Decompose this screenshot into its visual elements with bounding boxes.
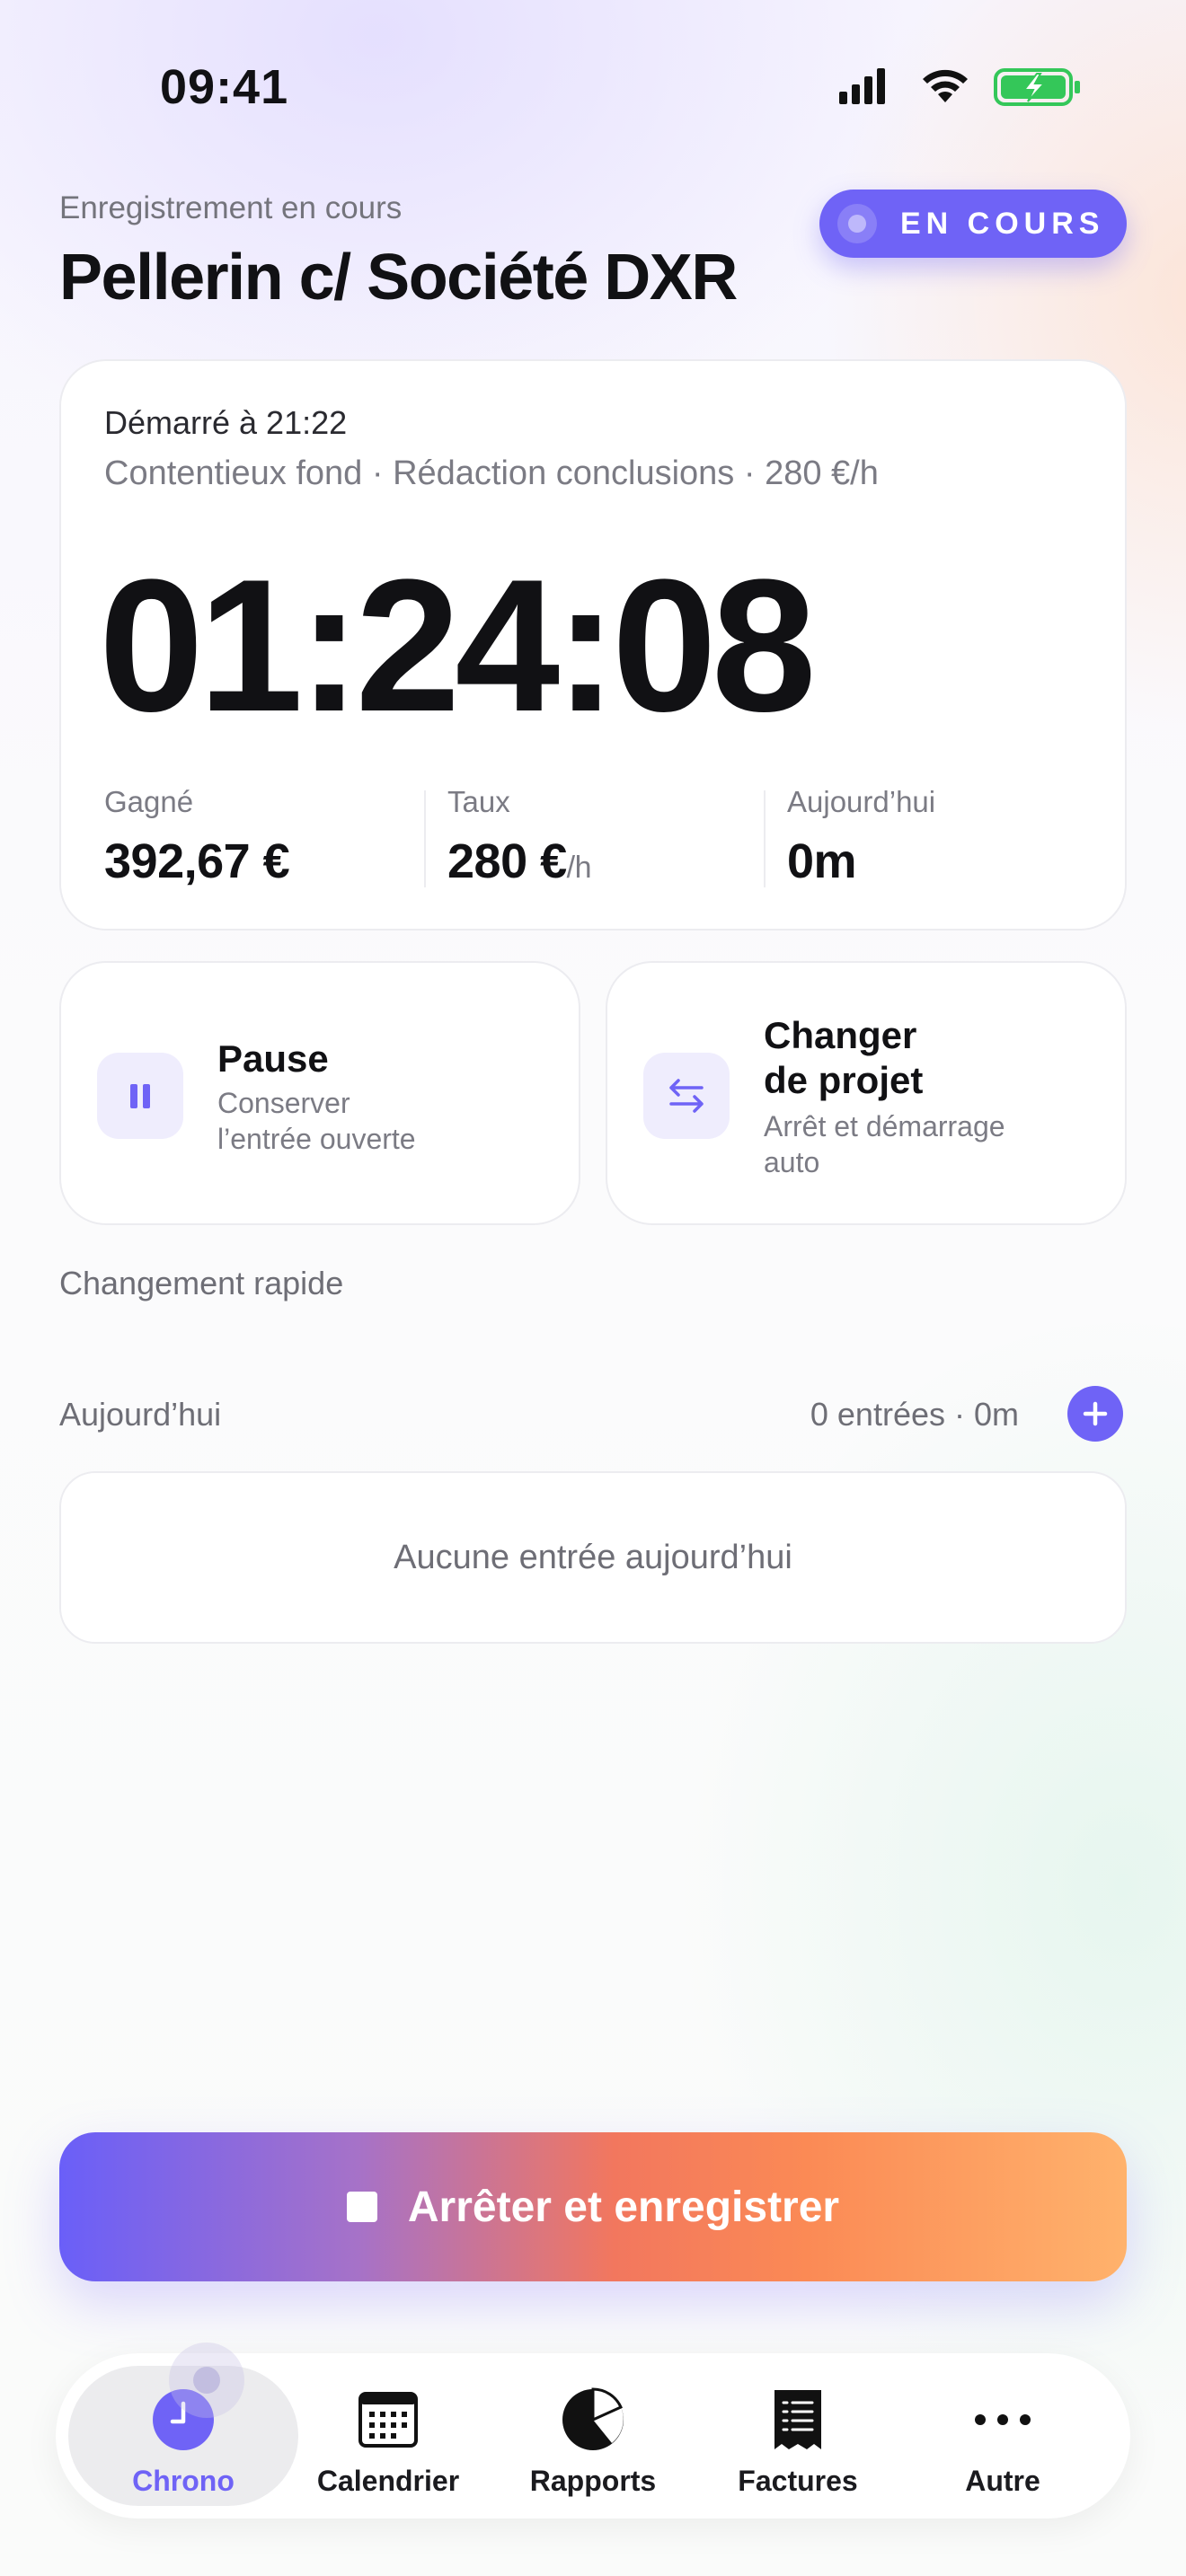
today-label: Aujourd’hui — [59, 1396, 222, 1433]
tab-label: Rapports — [529, 2465, 657, 2497]
battery-icon — [994, 68, 1080, 106]
stat-label: Aujourd’hui — [787, 785, 936, 818]
start-time: Démarré à 21:22 — [104, 404, 348, 441]
tab-label: Chrono — [132, 2465, 235, 2497]
page-title: Pellerin c/ Société DXR — [59, 242, 738, 313]
pause-button[interactable]: Pause Conserver l’entrée ouverte — [59, 961, 580, 1225]
plus-icon — [1083, 1401, 1108, 1426]
touch-indicator — [169, 2342, 244, 2418]
stat-label: Gagné — [104, 785, 194, 818]
status-time: 09:41 — [160, 60, 289, 114]
divider — [424, 790, 426, 887]
stat-unit: /h — [566, 851, 592, 885]
switch-subtitle-1: Arrêt et démarrage — [764, 1110, 1005, 1142]
switch-title-1: Changer — [764, 1014, 917, 1056]
tab-label: Factures — [738, 2465, 858, 2497]
status-icons — [839, 65, 1082, 108]
stop-and-save-button[interactable]: Arrêter et enregistrer — [59, 2132, 1127, 2281]
pie-chart-icon — [557, 2384, 629, 2456]
switch-project-button[interactable]: Changer de projet Arrêt et démarrage aut… — [606, 961, 1127, 1225]
switch-subtitle-2: auto — [764, 1146, 820, 1178]
timer-card: Démarré à 21:22 Contentieux fond · Rédac… — [59, 359, 1127, 931]
signal-icon — [839, 68, 885, 104]
empty-entries-card: Aucune entrée aujourd’hui — [59, 1471, 1127, 1644]
stat-value: 280 €/h — [447, 834, 592, 888]
tab-label: Calendrier — [316, 2465, 460, 2497]
recording-subtitle: Enregistrement en cours — [59, 190, 403, 225]
pause-subtitle-1: Conserver — [217, 1087, 350, 1119]
task-meta: Contentieux fond · Rédaction conclusions… — [104, 454, 879, 492]
stat-earned: Gagné 392,67 € — [104, 785, 290, 889]
tab-calendar[interactable]: Calendrier — [298, 2353, 478, 2519]
pause-icon — [97, 1053, 183, 1139]
more-icon — [967, 2384, 1039, 2456]
pause-title: Pause — [217, 1037, 329, 1080]
pause-subtitle-2: l’entrée ouverte — [217, 1123, 416, 1155]
stop-and-save-label: Arrêter et enregistrer — [407, 2183, 840, 2231]
switch-title-2: de projet — [764, 1059, 924, 1101]
add-entry-button[interactable] — [1067, 1386, 1123, 1442]
receipt-icon — [762, 2384, 834, 2456]
tab-label: Autre — [965, 2465, 1040, 2497]
today-summary: 0 entrées · 0m — [810, 1396, 1019, 1433]
status-badge[interactable]: EN COURS — [819, 190, 1127, 258]
stat-value: 0m — [787, 834, 857, 888]
tab-invoices[interactable]: Factures — [708, 2353, 888, 2519]
calendar-icon — [352, 2384, 424, 2456]
swap-arrows-icon — [643, 1053, 730, 1139]
stop-icon — [346, 2192, 377, 2222]
status-badge-label: EN COURS — [900, 207, 1105, 241]
stat-label: Taux — [447, 785, 510, 818]
wifi-icon — [923, 69, 968, 102]
tab-more[interactable]: Autre — [913, 2353, 1093, 2519]
quick-switch-label: Changement rapide — [59, 1265, 344, 1301]
tab-reports[interactable]: Rapports — [503, 2353, 683, 2519]
stat-rate: Taux 280 €/h — [447, 785, 592, 889]
stat-today: Aujourd’hui 0m — [787, 785, 935, 889]
empty-entries-text: Aucune entrée aujourd’hui — [394, 1538, 792, 1576]
elapsed-timer: 01:24:08 — [99, 540, 817, 751]
divider — [764, 790, 766, 887]
stat-value: 392,67 € — [104, 834, 290, 888]
pulse-dot-icon — [837, 204, 877, 243]
